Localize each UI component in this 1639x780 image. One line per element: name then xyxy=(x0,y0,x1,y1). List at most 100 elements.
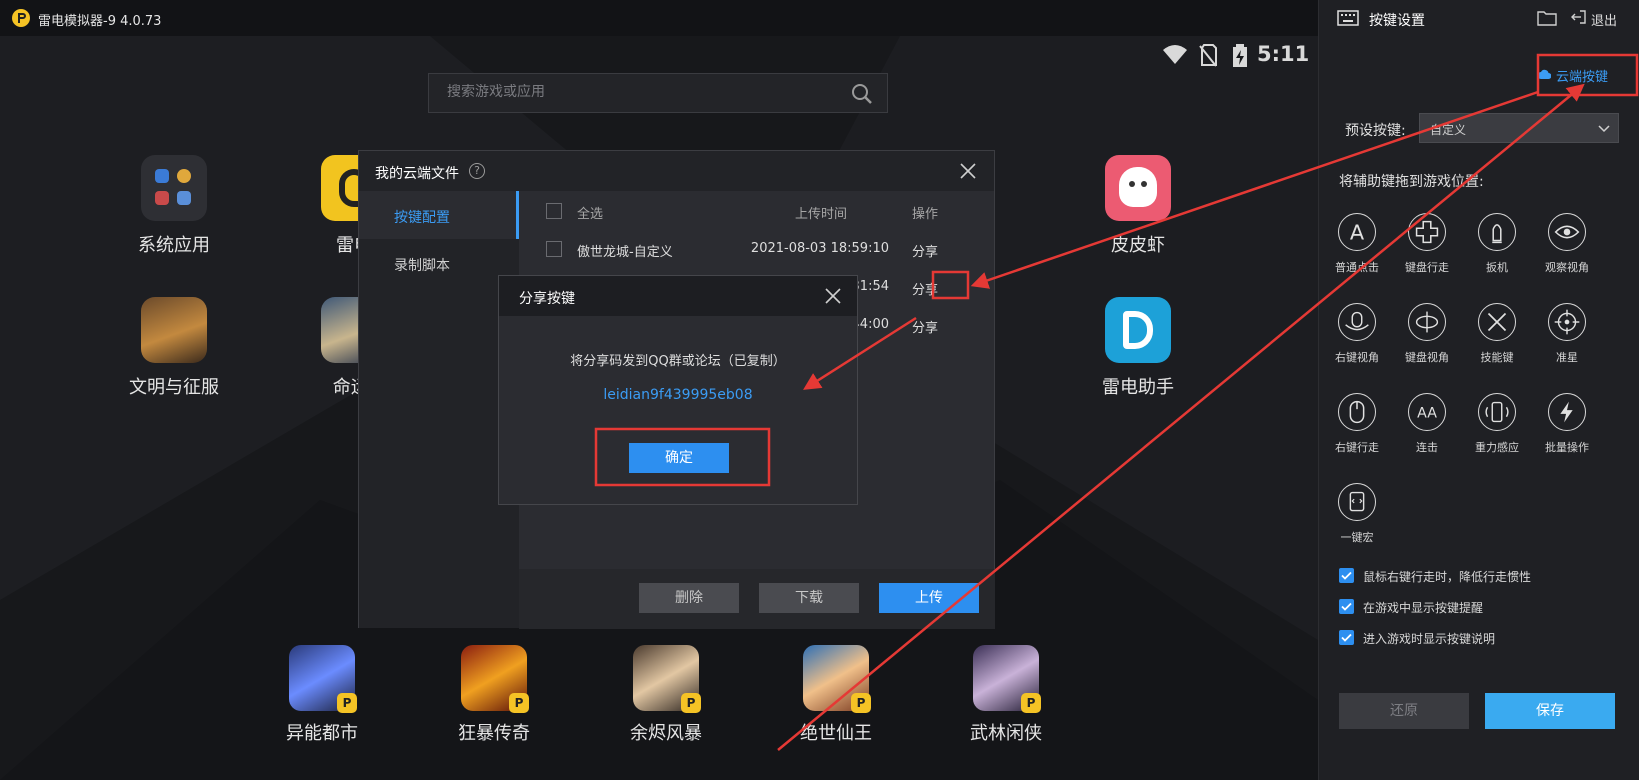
badge-icon: P xyxy=(851,693,871,713)
lightning-icon xyxy=(1548,393,1586,431)
save-button[interactable]: 保存 xyxy=(1485,693,1615,729)
leidian-helper-icon xyxy=(1105,297,1171,363)
jueshi-icon: P xyxy=(803,645,871,713)
title-bar: 雷电模拟器-9 4.0.73 xyxy=(0,0,1318,36)
restore-button[interactable]: 还原 xyxy=(1339,693,1469,729)
select-all-checkbox[interactable] xyxy=(546,203,562,219)
folder-icon[interactable] xyxy=(1537,10,1557,26)
dpad-icon xyxy=(1408,213,1446,251)
confirm-button[interactable]: 确定 xyxy=(629,443,729,473)
wifi-icon xyxy=(1163,45,1187,64)
download-button[interactable]: 下载 xyxy=(759,583,859,613)
checkbox-checked[interactable] xyxy=(1339,568,1354,583)
close-icon[interactable] xyxy=(823,286,843,306)
tool-label: 键盘行走 xyxy=(1405,261,1449,274)
option-label: 进入游戏时显示按键说明 xyxy=(1363,632,1496,646)
close-icon[interactable] xyxy=(958,161,978,181)
svg-text:AA: AA xyxy=(1417,406,1437,422)
combo-icon: AA xyxy=(1408,393,1446,431)
tool-label: 观察视角 xyxy=(1545,261,1589,274)
tool-right-view[interactable]: 右键视角 xyxy=(1321,303,1393,365)
tool-gravity[interactable]: 重力感应 xyxy=(1461,393,1533,455)
dialog-title: 分享按键 xyxy=(519,291,575,307)
tool-right-walk[interactable]: 右键行走 xyxy=(1321,393,1393,455)
badge-icon: P xyxy=(681,693,701,713)
app-pipixia[interactable]: 皮皮虾 xyxy=(1078,155,1198,257)
table-row: 傲世龙城-自定义 2021-08-03 18:59:10 分享 xyxy=(519,229,995,269)
upload-time: 2021-08-03 18:59:10 xyxy=(750,241,889,256)
app-name: 皮皮虾 xyxy=(1111,235,1165,256)
search-icon[interactable] xyxy=(851,83,873,105)
app-leidian-helper[interactable]: 雷电助手 xyxy=(1078,297,1198,399)
preset-select[interactable]: 自定义 xyxy=(1419,113,1619,143)
status-clock: 5:11 xyxy=(1257,42,1310,66)
share-link[interactable]: 分享 xyxy=(905,317,945,336)
dialog-header: 我的云端文件 ? xyxy=(359,151,994,191)
help-icon[interactable]: ? xyxy=(469,163,485,179)
tool-label: 键盘视角 xyxy=(1405,351,1449,364)
option-label: 在游戏中显示按键提醒 xyxy=(1363,601,1484,615)
row-checkbox[interactable] xyxy=(546,241,562,257)
tool-label: 技能键 xyxy=(1480,351,1514,364)
tool-crosshair[interactable]: 准星 xyxy=(1531,303,1603,365)
upload-button[interactable]: 上传 xyxy=(879,583,979,613)
tool-skill[interactable]: 技能键 xyxy=(1461,303,1533,365)
no-sim-icon xyxy=(1199,44,1217,67)
tool-trigger[interactable]: 扳机 xyxy=(1461,213,1533,275)
table-header: 全选 上传时间 操作 xyxy=(519,191,995,231)
tool-label: 重力感应 xyxy=(1475,441,1519,454)
dialog-header: 分享按键 xyxy=(499,276,857,316)
share-code[interactable]: leidian9f439995eb08 xyxy=(499,387,857,403)
chevron-down-icon xyxy=(1598,125,1610,133)
checkbox-checked[interactable] xyxy=(1339,599,1354,614)
dialog-sidebar: 按键配置 录制脚本 xyxy=(359,191,519,628)
tab-key-config[interactable]: 按键配置 xyxy=(359,191,519,239)
panel-title: 按键设置 xyxy=(1369,13,1425,29)
app-wenming[interactable]: 文明与征服 xyxy=(114,297,234,399)
delete-button[interactable]: 删除 xyxy=(639,583,739,613)
app-jueshi[interactable]: P 绝世仙王 xyxy=(776,645,896,745)
svg-text:A: A xyxy=(1350,221,1365,245)
app-yineng[interactable]: P 异能都市 xyxy=(262,645,382,745)
app-system[interactable]: 系统应用 xyxy=(114,155,234,257)
search-input[interactable] xyxy=(447,84,827,100)
app-yujin[interactable]: P 余烬风暴 xyxy=(606,645,726,745)
select-all-label: 全选 xyxy=(577,207,604,222)
tap-icon: A xyxy=(1338,213,1376,251)
share-dialog: 分享按键 将分享码发到QQ群或论坛（已复制） leidian9f439995eb… xyxy=(498,275,858,505)
dialog-footer: 删除 下载 上传 xyxy=(519,569,995,629)
tool-label: 普通点击 xyxy=(1335,261,1379,274)
kuangbao-icon: P xyxy=(461,645,529,713)
tool-combo[interactable]: AA 连击 xyxy=(1391,393,1463,455)
exit-button[interactable]: 退出 xyxy=(1591,10,1617,29)
tool-label: 一键宏 xyxy=(1340,531,1374,544)
app-name: 绝世仙王 xyxy=(800,723,872,744)
tool-label: 批量操作 xyxy=(1545,441,1589,454)
tool-label: 右键行走 xyxy=(1335,441,1379,454)
share-link[interactable]: 分享 xyxy=(905,279,945,298)
system-apps-icon xyxy=(141,155,207,221)
battery-charging-icon xyxy=(1233,44,1247,67)
file-name: 傲世龙城-自定义 xyxy=(577,245,673,260)
tool-macro[interactable]: 一键宏 xyxy=(1321,483,1393,545)
bullet-icon xyxy=(1478,213,1516,251)
wenming-icon xyxy=(141,297,207,363)
tab-record-script[interactable]: 录制脚本 xyxy=(359,239,519,287)
checkbox-checked[interactable] xyxy=(1339,630,1354,645)
tool-label: 右键视角 xyxy=(1335,351,1379,364)
keyboard-view-icon xyxy=(1408,303,1446,341)
tool-tap[interactable]: A 普通点击 xyxy=(1321,213,1393,275)
macro-icon xyxy=(1338,483,1376,521)
share-message: 将分享码发到QQ群或论坛（已复制） xyxy=(570,354,786,369)
tool-dpad[interactable]: 键盘行走 xyxy=(1391,213,1463,275)
tool-batch[interactable]: 批量操作 xyxy=(1531,393,1603,455)
app-kuangbao[interactable]: P 狂暴传奇 xyxy=(434,645,554,745)
tool-label: 准星 xyxy=(1556,351,1578,364)
key-settings-panel: 按键设置 退出 云端按键 预设按键: 自定义 将辅助键拖到游戏位置: A 普通点… xyxy=(1318,0,1639,780)
share-link[interactable]: 分享 xyxy=(905,241,945,260)
exit-icon[interactable] xyxy=(1570,9,1586,25)
search-box[interactable] xyxy=(428,73,888,113)
app-wulin[interactable]: P 武林闲侠 xyxy=(946,645,1066,745)
tool-observe[interactable]: 观察视角 xyxy=(1531,213,1603,275)
tool-keyboard-view[interactable]: 键盘视角 xyxy=(1391,303,1463,365)
